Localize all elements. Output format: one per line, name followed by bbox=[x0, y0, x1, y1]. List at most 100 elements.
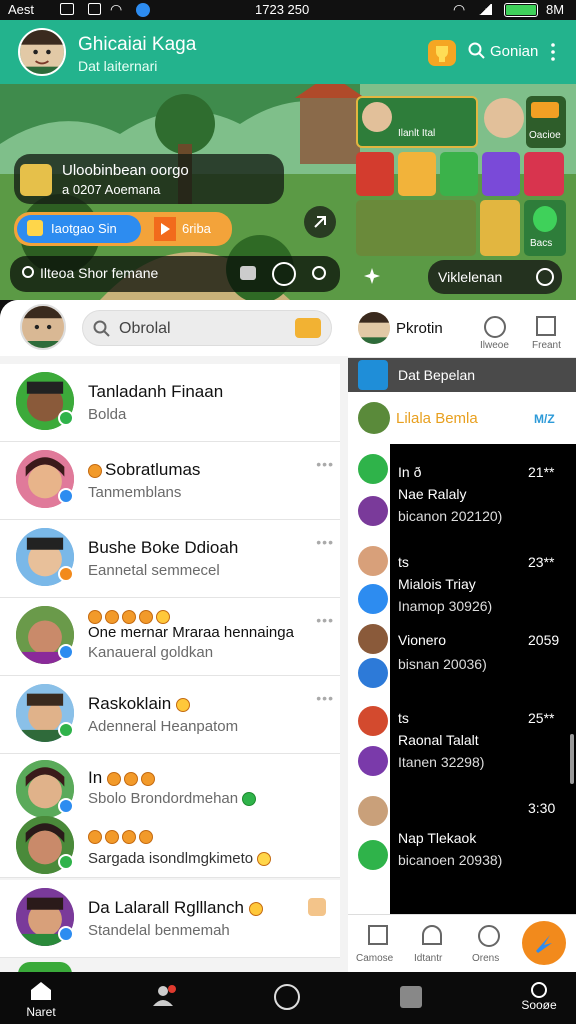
header-subtitle: Dat laiternari bbox=[78, 58, 158, 74]
controller-icon[interactable] bbox=[240, 266, 256, 280]
promo-chips: Iaotgao Sin 6riba bbox=[14, 212, 232, 246]
feed-avatar bbox=[358, 796, 388, 826]
nav-circle[interactable] bbox=[272, 972, 302, 1024]
more-options-icon[interactable]: ••• bbox=[316, 456, 334, 472]
window-label: Freant bbox=[532, 340, 561, 351]
nav-contacts[interactable] bbox=[146, 972, 182, 1024]
promo-subtitle: a 0207 Aoemana bbox=[62, 182, 161, 197]
side-banner-label: Dat Bepelan bbox=[398, 367, 476, 383]
tile-badge-icon bbox=[531, 102, 559, 118]
chat-row[interactable]: One mernar Mraraa hennainga Kanaueral go… bbox=[0, 598, 340, 676]
circle-icon[interactable] bbox=[312, 266, 326, 280]
compose-fab[interactable] bbox=[522, 921, 566, 965]
tile-weapon[interactable] bbox=[356, 200, 476, 256]
chat-row[interactable]: Da Lalarall Rglllanch Standelal benmemah bbox=[0, 880, 340, 958]
tile-gold[interactable] bbox=[480, 200, 520, 256]
feed-scrollbar[interactable] bbox=[570, 734, 574, 784]
tile-character[interactable]: Ilanlt Ital bbox=[356, 96, 478, 148]
search-placeholder: Obrolal bbox=[119, 320, 171, 337]
feed-avatar bbox=[358, 706, 388, 736]
pin-icon[interactable] bbox=[308, 898, 326, 916]
replay-icon[interactable] bbox=[272, 262, 296, 286]
chat-row-group[interactable]: In Sbolo Brondordmehan Sargada isondlmgk… bbox=[0, 754, 340, 878]
highlight-name: Lilala Bemla bbox=[396, 410, 478, 427]
status-left-text: Aest bbox=[8, 2, 35, 17]
feed-avatar bbox=[358, 658, 388, 688]
feed-item-value: 21** bbox=[528, 464, 555, 480]
verified-badge bbox=[58, 926, 74, 942]
chat-name: Bushe Boke Ddioah bbox=[88, 538, 239, 557]
search-icon[interactable] bbox=[468, 42, 486, 60]
side-panel-header: Pkrotin Ilweoe Freant bbox=[348, 300, 576, 358]
promo-card[interactable]: Uloobinbean oorgo a 0207 Aoemana bbox=[14, 154, 284, 204]
promo-title: Uloobinbean oorgo bbox=[62, 162, 189, 179]
nav-square[interactable] bbox=[398, 972, 424, 1024]
keyboard-icon[interactable] bbox=[295, 318, 321, 338]
feed-item-sub: bicanoen 20938) bbox=[398, 852, 503, 868]
contacts-icon[interactable] bbox=[368, 925, 388, 945]
game-tiles-grid: Ilanlt Ital Oacioe Bacs bbox=[356, 96, 568, 256]
highlight-avatar bbox=[358, 402, 390, 434]
my-avatar[interactable] bbox=[20, 304, 66, 350]
game-banner[interactable]: Uloobinbean oorgo a 0207 Aoemana Iaotgao… bbox=[0, 84, 576, 300]
tile-purple[interactable] bbox=[482, 152, 520, 196]
emoji-icon bbox=[88, 463, 102, 478]
profile-avatar[interactable] bbox=[18, 28, 66, 76]
search-input[interactable]: Obrolal bbox=[82, 310, 332, 346]
nav-home[interactable]: Naret bbox=[16, 972, 66, 1024]
side-tab-label: Idtantr bbox=[414, 953, 443, 964]
tile-badge[interactable]: Oacioe bbox=[526, 96, 566, 148]
chat-list-header: Obrolal bbox=[0, 300, 348, 356]
battery-icon bbox=[504, 3, 538, 17]
status-badge bbox=[58, 566, 74, 582]
side-avatar[interactable] bbox=[358, 312, 390, 344]
chat-preview: Kanaueral goldkan bbox=[88, 644, 214, 661]
window-icon[interactable] bbox=[536, 316, 556, 336]
emoji-face-icon[interactable] bbox=[478, 925, 500, 947]
feed-avatar bbox=[358, 546, 388, 576]
tile-character-label: Ilanlt Ital bbox=[398, 128, 436, 139]
tile-red[interactable] bbox=[356, 152, 394, 196]
chip-primary-icon bbox=[27, 220, 43, 236]
feed-avatar bbox=[358, 746, 388, 776]
feed-avatar bbox=[358, 454, 388, 484]
side-profile-name: Pkrotin bbox=[396, 320, 443, 337]
chat-row[interactable]: Raskoklain Adenneral Heanpatom ••• bbox=[0, 676, 340, 754]
user-icon[interactable] bbox=[422, 925, 442, 945]
nav-settings[interactable]: Sooøe bbox=[516, 972, 562, 1024]
chat-row[interactable]: Tanladanh Finaan Bolda bbox=[0, 364, 340, 442]
highlight-row[interactable]: Lilala Bemla M/Z bbox=[348, 392, 576, 444]
tile-avatar[interactable] bbox=[484, 98, 524, 138]
feed-item-sub: Inamop 30926) bbox=[398, 598, 493, 614]
square-nav-icon bbox=[400, 986, 422, 1008]
more-options-icon[interactable]: ••• bbox=[316, 534, 334, 550]
gallery-icon bbox=[60, 3, 74, 15]
more-options-icon[interactable]: ••• bbox=[316, 612, 334, 628]
chip-primary-label: Iaotgao Sin bbox=[51, 221, 117, 236]
feed-item-value: 3:30 bbox=[528, 800, 556, 816]
header-search-label[interactable]: Gonian bbox=[490, 43, 538, 60]
tile-yellow[interactable] bbox=[398, 152, 436, 196]
chat-name: One mernar Mraraa hennainga bbox=[88, 624, 294, 641]
play-icon[interactable] bbox=[154, 217, 176, 241]
tile-green[interactable] bbox=[440, 152, 478, 196]
sparkle-icon bbox=[364, 268, 380, 284]
side-banner[interactable]: Dat Bepelan bbox=[348, 358, 576, 392]
chip-secondary-label[interactable]: 6riba bbox=[182, 221, 211, 236]
chat-row[interactable]: Sobratlumas Tanmemblans ••• bbox=[0, 442, 340, 520]
game-status-text: Ilteoa Shor femane bbox=[40, 265, 159, 281]
shield-icon bbox=[533, 206, 557, 232]
timer-icon[interactable] bbox=[484, 316, 506, 338]
more-options-icon[interactable]: ••• bbox=[316, 690, 334, 706]
expand-icon[interactable] bbox=[304, 206, 336, 238]
header-title: Ghicaiai Kaga bbox=[78, 34, 197, 55]
tile-shield[interactable]: Bacs bbox=[524, 200, 566, 256]
view-more-button[interactable]: Viklelenan bbox=[428, 260, 562, 294]
tile-pink[interactable] bbox=[524, 152, 564, 196]
chat-preview: Bolda bbox=[88, 406, 127, 423]
chat-row[interactable]: Bushe Boke Ddioah Eannetal semmecel ••• bbox=[0, 520, 340, 598]
chip-primary[interactable]: Iaotgao Sin bbox=[17, 215, 141, 243]
trophy-icon[interactable] bbox=[428, 40, 456, 66]
status-time: 1723 250 bbox=[255, 2, 310, 17]
more-vert-icon[interactable] bbox=[551, 42, 555, 62]
